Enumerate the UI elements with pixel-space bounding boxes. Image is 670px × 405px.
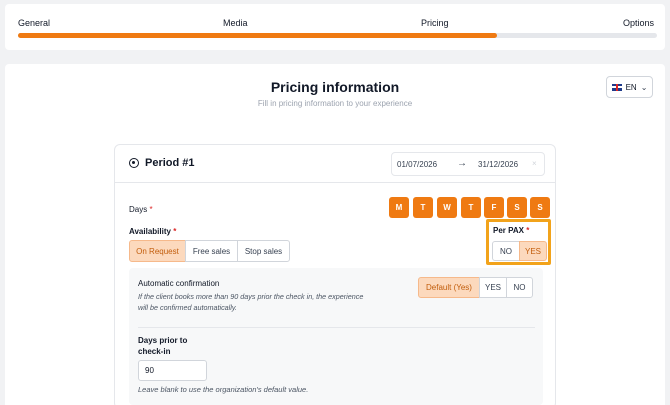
pricing-card: Pricing information Fill in pricing info… xyxy=(5,64,665,405)
confirmation-panel: Automatic confirmation If the client boo… xyxy=(129,268,543,405)
page-subtitle: Fill in pricing information to your expe… xyxy=(257,99,413,108)
stop-sales-button[interactable]: Stop sales xyxy=(237,240,290,262)
step-options[interactable]: Options xyxy=(623,18,654,28)
wizard-progress-fill xyxy=(18,33,498,38)
period-title: Period #1 xyxy=(145,157,195,169)
date-start[interactable]: 01/07/2026 xyxy=(397,160,437,169)
availability-toggle: On Request Free sales Stop sales xyxy=(129,240,290,262)
wizard-stepper: General Media Pricing Options xyxy=(5,4,665,50)
auto-yes-button[interactable]: YES xyxy=(479,277,507,298)
days-label: Days * xyxy=(129,205,153,214)
auto-confirmation-options: Default (Yes) YES NO xyxy=(418,277,533,298)
default-yes-button[interactable]: Default (Yes) xyxy=(418,277,480,298)
date-range-picker[interactable]: 01/07/2026 → 31/12/2026 × xyxy=(391,152,545,176)
days-label-text: Days xyxy=(129,205,148,214)
language-code: EN xyxy=(625,82,637,92)
day-thursday-button[interactable]: T xyxy=(461,197,481,218)
date-end[interactable]: 31/12/2026 xyxy=(478,160,518,169)
step-general[interactable]: General xyxy=(18,18,50,28)
auto-no-button[interactable]: NO xyxy=(506,277,533,298)
per-pax-label-text: Per PAX xyxy=(493,226,524,235)
availability-label-text: Availability xyxy=(129,227,171,236)
auto-confirmation-label: Automatic confirmation xyxy=(138,279,220,288)
per-pax-yes-button[interactable]: YES xyxy=(519,241,547,261)
language-selector[interactable]: EN ⌄ xyxy=(606,76,653,98)
days-prior-input[interactable] xyxy=(138,360,207,381)
availability-label: Availability * xyxy=(129,227,176,236)
clear-dates-icon[interactable]: × xyxy=(532,159,537,168)
day-wednesday-button[interactable]: W xyxy=(437,197,457,218)
radio-selected-icon[interactable] xyxy=(129,158,139,168)
auto-confirmation-description: If the client books more than 90 days pr… xyxy=(138,292,364,312)
per-pax-no-button[interactable]: NO xyxy=(492,241,520,261)
required-mark: * xyxy=(526,226,530,235)
free-sales-button[interactable]: Free sales xyxy=(185,240,238,262)
uk-flag-icon xyxy=(611,83,622,91)
step-media[interactable]: Media xyxy=(223,18,248,28)
wizard-progress-track xyxy=(18,33,657,38)
day-monday-button[interactable]: M xyxy=(389,197,409,218)
day-tuesday-button[interactable]: T xyxy=(413,197,433,218)
per-pax-toggle: NO YES xyxy=(492,241,547,261)
divider xyxy=(138,327,535,328)
period-card: Period #1 01/07/2026 → 31/12/2026 × Days… xyxy=(114,144,556,405)
chevron-down-icon: ⌄ xyxy=(640,82,648,92)
days-prior-label: Days prior to check-in xyxy=(138,336,188,356)
days-prior-help: Leave blank to use the organization's de… xyxy=(138,385,309,394)
arrow-right-icon: → xyxy=(457,158,467,169)
per-pax-label: Per PAX * xyxy=(493,226,529,235)
required-mark: * xyxy=(173,227,177,236)
step-pricing[interactable]: Pricing xyxy=(421,18,449,28)
period-header: Period #1 01/07/2026 → 31/12/2026 × xyxy=(115,145,555,183)
day-friday-button[interactable]: F xyxy=(484,197,504,218)
page-title: Pricing information xyxy=(270,79,400,95)
day-saturday-button[interactable]: S xyxy=(507,197,527,218)
on-request-button[interactable]: On Request xyxy=(129,240,186,262)
day-sunday-button[interactable]: S xyxy=(530,197,550,218)
required-mark: * xyxy=(149,205,153,214)
